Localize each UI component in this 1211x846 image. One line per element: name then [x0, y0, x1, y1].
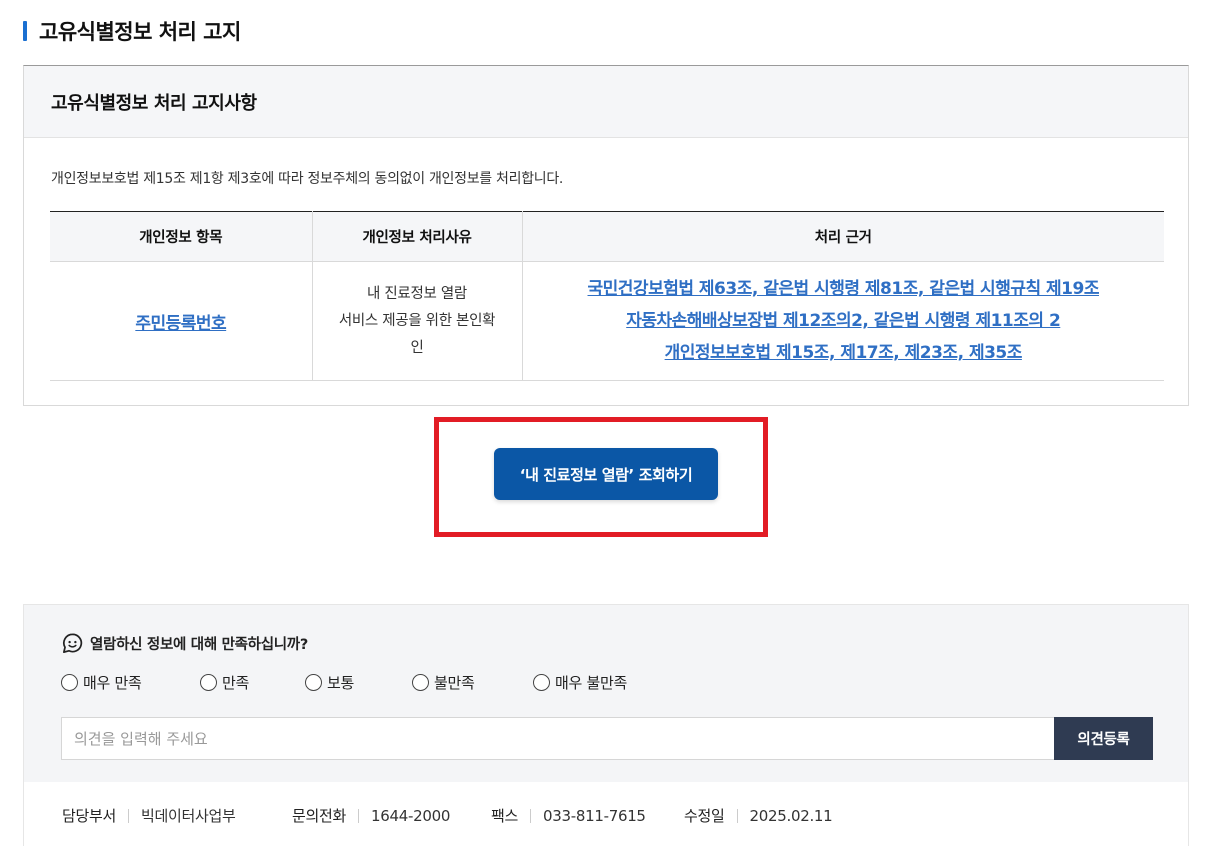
smiley-icon: [63, 633, 83, 653]
footer-value: 빅데이터사업부: [141, 807, 236, 825]
option-very-satisfied[interactable]: 매우 만족: [61, 672, 200, 693]
column-header-reason: 개인정보 처리사유: [311, 211, 522, 262]
page-info-footer: 담당부서 빅데이터사업부 문의전화 1644-2000 팩스 033-811-7…: [23, 782, 1189, 846]
option-neutral[interactable]: 보통: [305, 672, 412, 693]
table-header-row: 개인정보 항목 개인정보 처리사유 처리 근거: [50, 211, 1164, 262]
notice-description: 개인정보보호법 제15조 제1항 제3호에 따라 정보주체의 동의없이 개인정보…: [51, 171, 564, 187]
submit-opinion-button[interactable]: 의견등록: [1054, 717, 1153, 760]
divider: [530, 808, 532, 823]
footer-label: 담당부서: [62, 807, 117, 825]
notice-table: 개인정보 항목 개인정보 처리사유 처리 근거 주민등록번호 내 진료정보 열람…: [50, 211, 1164, 381]
footer-label: 수정일: [684, 807, 725, 825]
footer-label: 문의전화: [292, 807, 347, 825]
page-title-text: 고유식별정보 처리 고지: [39, 20, 241, 44]
notice-heading: 고유식별정보 처리 고지사항: [51, 92, 257, 114]
radio-button[interactable]: [305, 674, 322, 691]
satisfaction-survey: 열람하신 정보에 대해 만족하십니까? 매우 만족 만족 보통 불만족 매우 불…: [23, 604, 1189, 782]
option-label: 매우 불만족: [555, 674, 627, 692]
footer-label: 팩스: [491, 807, 519, 825]
table-row: 주민등록번호 내 진료정보 열람 서비스 제공을 위한 본인확 인 국민건강보험…: [50, 261, 1164, 381]
option-label: 매우 만족: [83, 674, 142, 692]
divider: [736, 808, 738, 823]
basis-cell: 국민건강보험법 제63조, 같은법 시행령 제81조, 같은법 시행규칙 제19…: [521, 261, 1164, 381]
reason-line: 내 진료정보 열람: [367, 285, 467, 302]
footer-value: 033-811-7615: [543, 806, 646, 825]
resident-number-link[interactable]: 주민등록번호: [135, 314, 226, 334]
column-header-basis: 처리 근거: [521, 211, 1164, 262]
divider: [358, 808, 360, 823]
basis-link-health-insurance[interactable]: 국민건강보험법 제63조, 같은법 시행령 제81조, 같은법 시행규칙 제19…: [588, 279, 1100, 299]
radio-button[interactable]: [412, 674, 429, 691]
footer-fax: 팩스 033-811-7615: [491, 805, 684, 826]
basis-link-auto-accident[interactable]: 자동차손해배상보장법 제12조의2, 같은법 시행령 제11조의 2: [626, 311, 1061, 331]
option-label: 만족: [222, 674, 250, 692]
radio-button[interactable]: [200, 674, 217, 691]
survey-question-text: 열람하신 정보에 대해 만족하십니까?: [90, 637, 308, 653]
notice-box: 고유식별정보 처리 고지사항 개인정보보호법 제15조 제1항 제3호에 따라 …: [23, 65, 1189, 406]
footer-department: 담당부서 빅데이터사업부: [62, 805, 292, 826]
reason-line: 서비스 제공을 위한 본인확: [338, 312, 496, 329]
option-satisfied[interactable]: 만족: [200, 672, 305, 693]
opinion-input[interactable]: [61, 717, 1055, 760]
option-dissatisfied[interactable]: 불만족: [412, 672, 533, 693]
title-accent-bar: [23, 21, 27, 41]
column-header-item: 개인정보 항목: [50, 211, 312, 262]
view-medical-info-button[interactable]: ‘내 진료정보 열람’ 조회하기: [494, 448, 718, 500]
footer-phone: 문의전화 1644-2000: [292, 805, 491, 826]
option-label: 보통: [327, 674, 355, 692]
radio-button[interactable]: [533, 674, 550, 691]
option-label: 불만족: [434, 674, 475, 692]
notice-header: 고유식별정보 처리 고지사항: [24, 66, 1188, 138]
divider: [128, 808, 130, 823]
reason-line: 인: [410, 339, 424, 356]
footer-value: 2025.02.11: [749, 806, 833, 825]
option-very-dissatisfied[interactable]: 매우 불만족: [533, 672, 627, 693]
page-title: 고유식별정보 처리 고지: [23, 16, 241, 46]
survey-question: 열람하신 정보에 대해 만족하십니까?: [61, 632, 308, 655]
footer-value: 1644-2000: [371, 806, 451, 825]
radio-button[interactable]: [61, 674, 78, 691]
reason-cell: 내 진료정보 열람 서비스 제공을 위한 본인확 인: [311, 261, 522, 381]
footer-modified-date: 수정일 2025.02.11: [684, 805, 833, 826]
basis-link-privacy-act[interactable]: 개인정보보호법 제15조, 제17조, 제23조, 제35조: [665, 343, 1023, 363]
survey-options: 매우 만족 만족 보통 불만족 매우 불만족: [61, 672, 627, 693]
item-cell: 주민등록번호: [50, 261, 312, 381]
